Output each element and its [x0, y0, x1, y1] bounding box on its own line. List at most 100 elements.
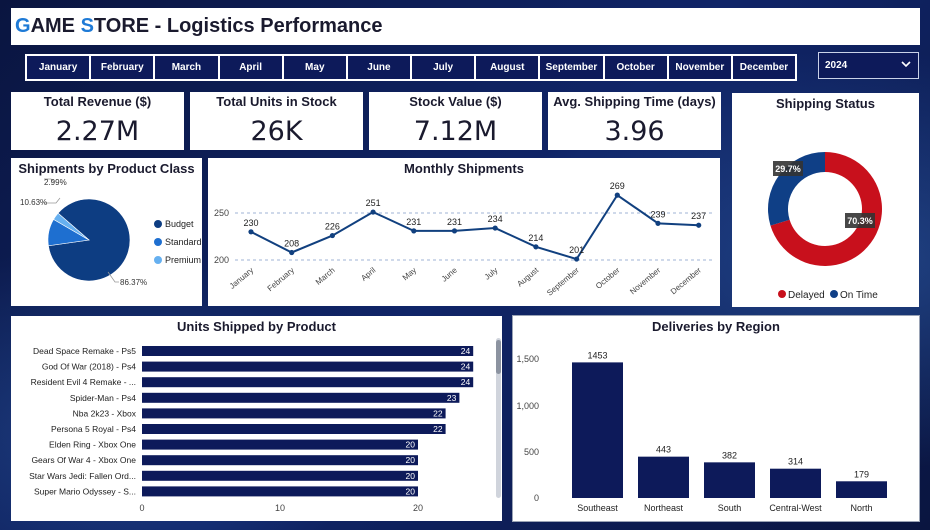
- data-point-january[interactable]: [248, 229, 254, 235]
- month-button-july[interactable]: July: [412, 56, 475, 79]
- data-point-october[interactable]: [614, 192, 620, 198]
- category-label: South: [718, 503, 742, 513]
- category-label: Southeast: [577, 503, 618, 513]
- data-label: 269: [610, 181, 625, 191]
- shipping-status-donut-chart: 70.3% 29.7% Delayed On Time: [768, 152, 882, 301]
- bar-southeast[interactable]: [572, 362, 623, 498]
- month-button-march[interactable]: March: [155, 56, 218, 79]
- deliveries-by-region-bar-chart: 1453 Southeast 443 Northeast 382 South 314 Cent…: [516, 350, 887, 513]
- units-by-product-bar-chart: 24 Dead Space Remake - Ps5 24 God Of War (2…: [29, 346, 474, 513]
- monthly-shipments-line-chart: 250 200 230 January 208 February 226 March 251…: [214, 181, 714, 298]
- data-label: 231: [406, 217, 421, 227]
- category-label: Persona 5 Royal - Ps4: [51, 424, 136, 434]
- y-tick-label: 200: [214, 255, 229, 265]
- data-point-september[interactable]: [574, 256, 580, 262]
- x-tick-label: 20: [413, 503, 423, 513]
- bar-persona-5-royal-ps4[interactable]: [142, 424, 446, 434]
- monthly-shipments-card: Monthly Shipments 250 200 230 January 208 F…: [208, 158, 720, 306]
- bar-gears-of-war-4-xbox-one[interactable]: [142, 455, 418, 466]
- bar-spider-man-ps4[interactable]: [142, 392, 460, 403]
- month-button-may[interactable]: May: [283, 56, 346, 79]
- kpi-value: 3.96: [604, 116, 665, 147]
- category-label: Star Wars Jedi: Fallen Ord...: [29, 471, 136, 481]
- y-tick-label: 500: [524, 447, 539, 457]
- category-label: Super Mario Odyssey - S...: [34, 486, 136, 496]
- chevron-down-icon: [901, 61, 911, 68]
- series-line-shipments: [250, 193, 699, 261]
- page-title: GAME STORE - Logistics Performance: [15, 15, 383, 37]
- category-label: Spider-Man - Ps4: [70, 393, 136, 403]
- category-label: Nba 2k23 - Xbox: [73, 408, 137, 418]
- vertical-scrollbar[interactable]: [496, 338, 501, 498]
- data-label: 1453: [587, 350, 607, 360]
- year-dropdown-value: 2024: [825, 60, 848, 71]
- kpi-value: 2.27M: [55, 116, 140, 147]
- year-dropdown[interactable]: 2024: [818, 52, 919, 79]
- month-button-september[interactable]: September: [540, 56, 603, 79]
- bar-resident-evil-4-remake[interactable]: [142, 377, 474, 388]
- bar-dead-space-remake-ps5[interactable]: [142, 346, 474, 356]
- bar-god-of-war-2018-ps4[interactable]: [142, 361, 474, 372]
- x-tick-label: February: [266, 266, 296, 293]
- month-button-november[interactable]: November: [668, 56, 731, 79]
- data-label: 24: [461, 362, 471, 372]
- month-button-april[interactable]: April: [219, 56, 282, 79]
- category-label: Resident Evil 4 Remake - ...: [31, 377, 136, 387]
- kpi-title: Avg. Shipping Time (days): [553, 94, 716, 109]
- category-label: Elden Ring - Xbox One: [49, 440, 136, 450]
- data-point-august[interactable]: [533, 244, 539, 250]
- x-tick-label: 10: [275, 503, 285, 513]
- data-label: 239: [650, 209, 665, 219]
- data-point-march[interactable]: [329, 232, 335, 239]
- legend-label-standard: Standard: [165, 237, 202, 247]
- x-tick-label: September: [545, 265, 581, 297]
- data-point-february[interactable]: [289, 249, 295, 256]
- month-button-august[interactable]: August: [476, 56, 539, 79]
- bar-nba-2k23-xbox[interactable]: [142, 408, 446, 419]
- legend-dot-premium: [154, 256, 162, 264]
- data-point-june[interactable]: [451, 228, 458, 234]
- data-point-may[interactable]: [411, 228, 417, 234]
- product-class-pie-chart: 2.99% 10.63% 86.37% Budget Standard Prem…: [20, 178, 202, 287]
- category-label: North: [850, 503, 872, 513]
- data-point-december[interactable]: [696, 222, 702, 228]
- bar-star-wars-jedi-fallen-ord[interactable]: [142, 470, 418, 481]
- month-button-june[interactable]: June: [347, 56, 411, 79]
- month-button-january[interactable]: January: [27, 56, 90, 79]
- data-label: 23: [447, 393, 457, 403]
- x-tick-label: 0: [139, 503, 144, 513]
- month-button-december[interactable]: December: [732, 56, 796, 79]
- kpi-card-stock-value: Stock Value ($) 7.12M: [369, 92, 542, 150]
- kpi-title: Total Revenue ($): [43, 94, 152, 109]
- bar-elden-ring-xbox-one[interactable]: [142, 439, 418, 450]
- legend-label-premium: Premium: [165, 255, 201, 265]
- data-point-november[interactable]: [655, 220, 661, 226]
- data-point-july[interactable]: [492, 225, 498, 231]
- month-slicer: January February March April May June Ju…: [25, 54, 797, 81]
- pie-label-premium: 2.99%: [44, 178, 67, 187]
- x-tick-label: March: [314, 266, 337, 287]
- bar-central-west[interactable]: [770, 468, 821, 498]
- kpi-value: 7.12M: [413, 116, 498, 147]
- scrollbar-thumb[interactable]: [496, 340, 501, 374]
- x-tick-label: June: [440, 265, 459, 283]
- data-label: 314: [788, 457, 803, 467]
- data-label: 208: [284, 238, 299, 248]
- month-button-february[interactable]: February: [91, 56, 154, 79]
- data-label: 443: [656, 445, 671, 455]
- data-point-april[interactable]: [370, 209, 376, 215]
- month-button-october[interactable]: October: [604, 56, 667, 79]
- legend-label-ontime: On Time: [840, 290, 878, 301]
- category-label: Gears Of War 4 - Xbox One: [31, 455, 136, 465]
- bar-south[interactable]: [704, 462, 755, 498]
- data-label: 22: [433, 408, 443, 418]
- legend-label-delayed: Delayed: [788, 290, 825, 301]
- category-label: Central-West: [769, 503, 822, 513]
- bar-northeast[interactable]: [638, 456, 689, 498]
- bar-north[interactable]: [836, 481, 887, 498]
- bar-super-mario-odyssey-s[interactable]: [142, 486, 418, 497]
- data-label: 251: [366, 198, 381, 208]
- data-label: 20: [406, 455, 416, 465]
- x-tick-label: August: [515, 265, 540, 288]
- y-tick-label: 0: [534, 493, 539, 503]
